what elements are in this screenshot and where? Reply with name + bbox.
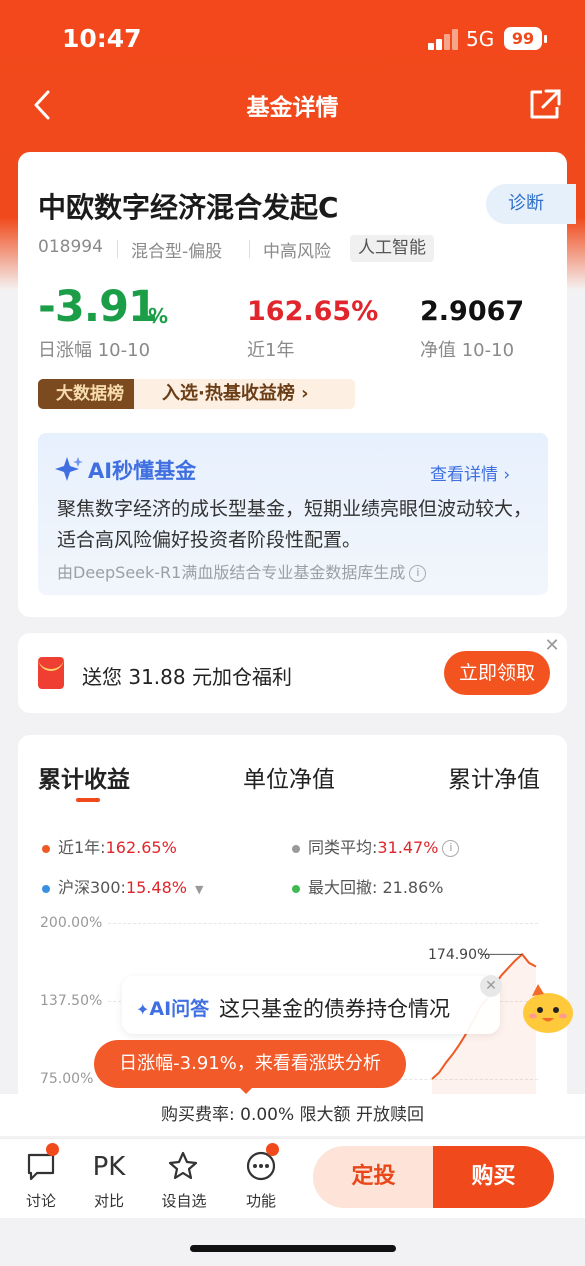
fund-type: 混合型-偏股: [131, 242, 223, 262]
purchase-fee-info: 购买费率: 0.00% 限大额 开放赎回: [0, 1094, 585, 1136]
status-time: 10:47: [62, 24, 142, 53]
discuss-label: 讨论: [25, 1192, 56, 1210]
legend-peer: 同类平均:31.47% i: [292, 834, 460, 858]
sparkle-icon: [55, 455, 83, 483]
year-return-label: 近1年: [247, 340, 295, 361]
promo-text: 送您 31.88 元加仓福利: [82, 665, 292, 689]
more-icon: [226, 1150, 296, 1184]
year-return-value: 162.65%: [247, 296, 379, 327]
grid-line: [108, 923, 538, 924]
daily-change-label: 日涨幅 10-10: [38, 340, 151, 361]
theme-tag[interactable]: 人工智能: [350, 235, 434, 262]
legend-hs300-value: 15.48%: [125, 878, 187, 897]
legend-fund-label: 近1年:: [58, 838, 106, 857]
y-tick-label: 75.00%: [40, 1071, 94, 1087]
discuss-button[interactable]: 讨论: [6, 1150, 76, 1211]
nav-value: 2.9067: [420, 296, 525, 327]
ai-detail-link[interactable]: 查看详情 ›: [430, 460, 510, 485]
functions-button[interactable]: 功能: [226, 1150, 296, 1211]
fund-name: 中欧数字经济混合发起C: [38, 191, 339, 224]
buy-button[interactable]: 购买: [433, 1146, 554, 1208]
battery-icon: 99: [504, 27, 547, 50]
mascot-icon[interactable]: [518, 980, 578, 1036]
fund-risk: 中高风险: [263, 242, 331, 262]
ai-source-text: 由DeepSeek-R1满血版结合专业基金数据库生成: [57, 563, 406, 582]
notification-dot: [266, 1143, 279, 1156]
pk-icon: PK: [92, 1152, 126, 1182]
nav-label: 净值 10-10: [420, 340, 515, 361]
legend-peer-label: 同类平均:: [308, 838, 378, 857]
info-icon[interactable]: i: [409, 565, 427, 582]
fund-code: 018994: [38, 237, 103, 257]
divider: [249, 240, 250, 258]
close-icon[interactable]: ✕: [536, 633, 568, 659]
legend-hs300[interactable]: 沪深300:15.48% ▼: [42, 874, 203, 898]
daily-change-unit: %: [148, 304, 169, 328]
diagnose-button[interactable]: 诊断: [486, 184, 576, 224]
legend-fund: 近1年:162.65%: [42, 834, 177, 858]
legend-hs300-label: 沪深300:: [58, 878, 126, 897]
divider: [117, 240, 118, 258]
ai-qa-question[interactable]: 这只基金的债券持仓情况: [219, 993, 450, 1023]
chat-bubble-icon: [6, 1150, 76, 1184]
add-favorite-label: 设自选: [161, 1192, 207, 1210]
signal-icon: [428, 29, 460, 50]
ai-title: AI秒懂基金: [88, 459, 197, 483]
sip-button[interactable]: 定投: [313, 1146, 434, 1208]
ai-source: 由DeepSeek-R1满血版结合专业基金数据库生成 i: [57, 559, 427, 583]
tab-cumulative-nav[interactable]: 累计净值: [448, 760, 540, 794]
tip-arrow: [238, 1086, 254, 1094]
legend-fund-value: 162.65%: [105, 838, 177, 857]
claim-button[interactable]: 立即领取: [444, 651, 550, 695]
home-indicator[interactable]: [190, 1245, 396, 1252]
page-title: 基金详情: [246, 95, 339, 121]
ai-qa-tag: ✦AI问答: [136, 994, 209, 1021]
bigdata-badge: 大数据榜: [38, 379, 134, 409]
compare-button[interactable]: PK 对比: [74, 1150, 144, 1211]
ai-qa-tag-label: AI问答: [149, 998, 210, 1020]
y-tick-label: 137.50%: [40, 993, 103, 1009]
active-tab-indicator: [76, 798, 100, 802]
bigdata-text[interactable]: 入选·热基收益榜 ›: [162, 379, 309, 409]
sparkle-icon: ✦: [136, 1000, 150, 1019]
ai-summary-text: 聚焦数字经济的成长型基金，短期业绩亮眼但波动较大，适合高风险偏好投资者阶段性配置…: [57, 498, 533, 551]
daily-change-value: -3.91: [38, 282, 158, 332]
add-favorite-button[interactable]: 设自选: [149, 1150, 219, 1211]
star-plus-icon: [149, 1150, 219, 1184]
compare-label: 对比: [93, 1192, 124, 1210]
legend-peer-value: 31.47%: [377, 838, 439, 857]
share-icon[interactable]: [526, 86, 564, 122]
red-envelope-icon: [38, 657, 64, 689]
info-icon[interactable]: i: [442, 840, 460, 857]
peak-annotation: 174.90%: [428, 947, 491, 963]
tab-unit-nav[interactable]: 单位净值: [243, 760, 335, 794]
functions-label: 功能: [245, 1192, 276, 1210]
y-tick-label: 200.00%: [40, 915, 103, 931]
legend-drawdown: 最大回撤: 21.86%: [292, 874, 444, 898]
tab-cumulative-return[interactable]: 累计收益: [38, 760, 130, 794]
notification-dot: [46, 1143, 59, 1156]
network-label: 5G: [466, 27, 495, 51]
close-icon[interactable]: ✕: [480, 975, 502, 997]
dropdown-icon[interactable]: ▼: [195, 883, 203, 896]
legend-drawdown-text: 最大回撤: 21.86%: [308, 878, 444, 897]
change-analysis-tip[interactable]: 日涨幅-3.91%，来看看涨跌分析: [94, 1040, 406, 1088]
